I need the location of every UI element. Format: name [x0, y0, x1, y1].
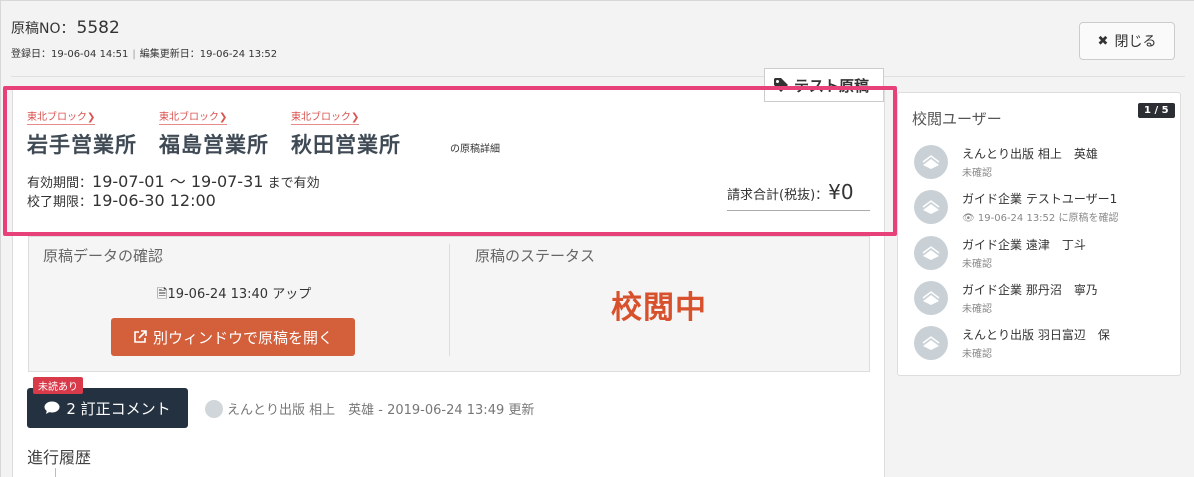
region-link[interactable]: 東北ブロック❯	[159, 108, 228, 125]
deadline-value: 19-06-30 12:00	[92, 191, 216, 210]
avatar	[205, 399, 223, 418]
header-divider	[11, 76, 1185, 77]
detail-suffix: の原稿詳細	[450, 144, 500, 155]
manuscript-number-value: 5582	[76, 18, 120, 38]
history-title: 進行履歴	[27, 448, 92, 467]
billing-amount: ¥0	[828, 180, 854, 204]
upload-text: 19-06-24 13:40 アップ	[167, 287, 312, 302]
history-timeline	[55, 468, 56, 477]
reviewer-item: えんとり出版 羽日富辺 保 未確認	[914, 326, 1174, 366]
correction-comments-button[interactable]: 2 訂正コメント	[27, 388, 188, 428]
unread-badge: 未読あり	[33, 377, 83, 394]
upload-info: 🗎19-06-24 13:40 アップ	[157, 283, 311, 307]
reviewer-item: ガイド企業 テストユーザー1 👁 19-06-24 13:52 に原稿を確認	[914, 190, 1174, 230]
user-icon	[922, 246, 940, 260]
office-name: 秋田営業所	[291, 133, 401, 157]
reviewer-item: えんとり出版 相上 英雄 未確認	[914, 145, 1174, 185]
avatar	[914, 326, 948, 360]
comment-icon	[44, 401, 60, 414]
office-name: 岩手営業所	[27, 133, 137, 157]
region-link[interactable]: 東北ブロック❯	[291, 108, 360, 125]
status-title: 原稿のステータス	[475, 247, 596, 265]
reviewer-status: 未確認	[962, 259, 992, 270]
office-item: 東北ブロック❯ 岩手営業所	[27, 108, 137, 159]
reviewer-name: ガイド企業 テストユーザー1	[962, 192, 1118, 206]
user-icon	[922, 336, 940, 350]
reviewer-status: 未確認	[962, 349, 992, 360]
reviewer-count-badge: 1 / 5	[1138, 103, 1175, 118]
office-list: 東北ブロック❯ 岩手営業所 東北ブロック❯ 福島営業所 東北ブロック❯ 秋田営業…	[27, 108, 401, 159]
comment-meta: えんとり出版 相上 英雄 - 2019-06-24 13:49 更新	[205, 399, 534, 418]
reviewer-status: 未確認	[962, 168, 992, 179]
office-name: 福島営業所	[159, 133, 269, 157]
file-icon: 🗎	[157, 287, 168, 302]
manuscript-number: 原稿NO： 5582	[11, 18, 120, 38]
registered-date: 登録日：19-06-04 14:51	[11, 49, 129, 60]
avatar	[914, 190, 948, 224]
validity-value: 19-07-01 〜 19-07-31	[92, 172, 264, 191]
updated-date: 編集更新日：19-06-24 13:52	[139, 49, 278, 60]
reviewer-item: ガイド企業 遠津 丁斗 未確認	[914, 236, 1174, 276]
validity-suffix: まで有効	[267, 176, 320, 191]
validity-period: 有効期間：19-07-01 〜 19-07-31 まで有効	[27, 168, 320, 192]
reviewer-item: ガイド企業 那丹沼 寧乃 未確認	[914, 281, 1174, 321]
reviewer-status: 未確認	[962, 304, 992, 315]
external-link-icon	[134, 330, 147, 343]
data-check-title: 原稿データの確認	[43, 247, 164, 265]
eye-icon: 👁	[962, 213, 975, 224]
comment-button-label: 2 訂正コメント	[66, 399, 171, 418]
reviewer-name: えんとり出版 羽日富辺 保	[962, 328, 1110, 342]
close-button-label: 閉じる	[1114, 34, 1157, 50]
reviewer-name: ガイド企業 那丹沼 寧乃	[962, 283, 1098, 297]
reviewer-name: えんとり出版 相上 英雄	[962, 147, 1098, 161]
open-in-new-window-button[interactable]: 別ウィンドウで原稿を開く	[111, 318, 355, 356]
deadline-label: 校了期限：	[27, 195, 93, 210]
proof-deadline: 校了期限：19-06-30 12:00	[27, 191, 216, 210]
validity-label: 有効期間：	[27, 176, 93, 191]
x-icon: ✖	[1097, 33, 1109, 49]
avatar	[914, 145, 948, 179]
close-button[interactable]: ✖ 閉じる	[1079, 22, 1175, 60]
billing-label: 請求合計(税抜)：	[727, 188, 829, 203]
user-icon	[922, 200, 940, 214]
avatar	[914, 236, 948, 270]
user-icon	[922, 291, 940, 305]
status-value: 校閲中	[611, 290, 707, 326]
reviewer-status: 👁 19-06-24 13:52 に原稿を確認	[962, 213, 1119, 224]
office-item: 東北ブロック❯ 福島営業所	[159, 108, 269, 159]
billing-total: 請求合計(税抜)：¥0	[727, 180, 870, 211]
open-button-label: 別ウィンドウで原稿を開く	[152, 328, 333, 347]
date-separator: |	[132, 49, 136, 60]
region-link[interactable]: 東北ブロック❯	[27, 108, 96, 125]
user-icon	[922, 155, 940, 169]
column-divider	[449, 244, 450, 356]
reviewer-name: ガイド企業 遠津 丁斗	[962, 238, 1086, 252]
office-item: 東北ブロック❯ 秋田営業所	[291, 108, 401, 159]
reviewer-panel-title: 校閲ユーザー	[912, 110, 1002, 128]
avatar	[914, 281, 948, 315]
manuscript-number-label: 原稿NO：	[11, 21, 75, 37]
manuscript-dates: 登録日：19-06-04 14:51 | 編集更新日：19-06-24 13:52	[11, 45, 277, 60]
comment-meta-text: えんとり出版 相上 英雄 - 2019-06-24 13:49 更新	[227, 403, 535, 418]
